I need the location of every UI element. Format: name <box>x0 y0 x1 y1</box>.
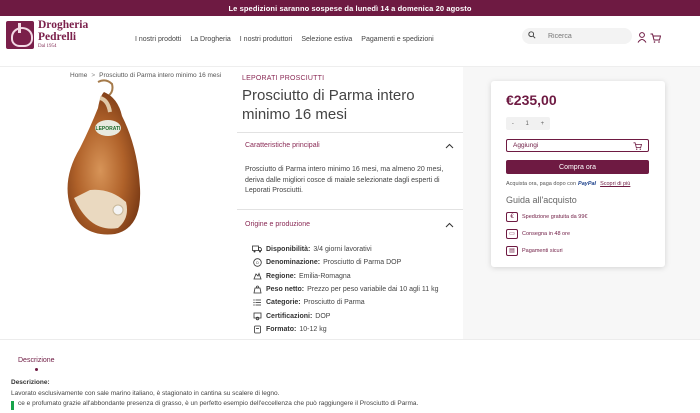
quantity-stepper[interactable]: - 1 + <box>506 117 550 130</box>
paypal-info: Acquista ora, paga dopo con PayPal Scopri … <box>506 181 631 187</box>
user-icon[interactable] <box>637 32 647 43</box>
purchase-guide-title: Guida all'acquisto <box>506 195 577 205</box>
attr-denominazione: D Denominazione: Prosciutto di Parma DOP <box>252 256 439 269</box>
list-icon <box>252 298 262 307</box>
nav-item-selezione[interactable]: Selezione estiva <box>301 36 352 43</box>
paypal-learn-more-link[interactable]: Scopri di più <box>600 181 630 187</box>
main-nav: I nostri prodotti La Drogheria I nostri … <box>135 36 443 43</box>
product-brand[interactable]: LEPORATI PROSCIUTTI <box>242 75 324 82</box>
accordion-origine-label: Origine e produzione <box>245 221 310 228</box>
active-tab-indicator <box>35 368 38 371</box>
product-image[interactable]: LEPORATI <box>60 78 152 238</box>
product-title: Prosciutto di Parma intero minimo 16 mes… <box>242 87 415 123</box>
cart-icon[interactable] <box>650 33 661 43</box>
details-line-2: ce e profumato grazie all'abbondante pre… <box>18 400 419 407</box>
region-icon <box>252 272 262 281</box>
certificate-icon <box>252 312 262 321</box>
chevron-up-icon[interactable] <box>445 142 454 151</box>
chevron-up-icon[interactable] <box>445 221 454 230</box>
format-icon <box>252 325 262 334</box>
nav-item-prodotti[interactable]: I nostri prodotti <box>135 36 181 43</box>
announcement-text: Le spedizioni saranno sospese da lunedì … <box>228 3 472 13</box>
product-description: Prosciutto di Parma intero minimo 16 mes… <box>245 166 444 194</box>
qty-value[interactable]: 1 <box>526 121 529 127</box>
logo-line-3: Dal 1954 <box>38 44 57 49</box>
announcement-bar: Le spedizioni saranno sospese da lunedì … <box>0 0 700 16</box>
secure-card-icon: ▤ <box>506 246 518 256</box>
details-title: Descrizione: <box>11 379 50 386</box>
logo-line-2: Pedrelli <box>38 30 77 43</box>
accordion-origine[interactable]: Origine e produzione <box>245 221 460 228</box>
attr-categorie: Categorie: Prosciutto di Parma <box>252 296 439 309</box>
nav-item-pagamenti[interactable]: Pagamenti e spedizioni <box>361 36 433 43</box>
details-line-1: Lavorato esclusivamente con sale marino … <box>11 390 280 397</box>
qty-plus-button[interactable]: + <box>541 121 545 127</box>
attr-peso: Peso netto: Prezzo per peso variabile dai… <box>252 283 439 296</box>
search-box[interactable] <box>522 28 632 44</box>
chat-widget-marker[interactable] <box>11 401 14 410</box>
attr-certificazioni: Certificazioni: DOP <box>252 309 439 322</box>
product-price: €235,00 <box>506 92 557 108</box>
search-input[interactable] <box>548 32 628 40</box>
dop-icon: D <box>252 258 262 268</box>
delivery-truck-icon: ▭ <box>506 229 518 239</box>
attr-disponibilita: Disponibilità: 3/4 giorni lavorativi <box>252 243 439 256</box>
accordion-caratteristiche-label: Caratteristiche principali <box>245 142 320 149</box>
logo-mark-icon <box>6 20 34 49</box>
product-attributes: Disponibilità: 3/4 giorni lavorativi D De… <box>252 243 439 336</box>
tab-descrizione[interactable]: Descrizione <box>18 357 55 364</box>
cart-icon <box>633 142 643 152</box>
site-logo[interactable]: Drogheria Pedrelli Dal 1954 <box>6 19 89 49</box>
qty-minus-button[interactable]: - <box>512 121 514 127</box>
truck-icon <box>252 245 262 254</box>
add-to-cart-label: Aggiungi <box>513 142 539 149</box>
svg-text:D: D <box>256 261 259 265</box>
nav-item-drogheria[interactable]: La Drogheria <box>190 36 230 43</box>
attr-formato: Formato: 10-12 kg <box>252 323 439 336</box>
gift-icon: € <box>506 212 518 222</box>
buy-now-button[interactable]: Compra ora <box>506 160 649 174</box>
guide-item-shipping[interactable]: € Spedizione gratuita da 99€ <box>506 212 587 222</box>
purchase-card: €235,00 - 1 + Aggiungi Compra ora Acquis… <box>491 81 665 267</box>
svg-text:LEPORATI: LEPORATI <box>96 126 122 132</box>
accordion-caratteristiche[interactable]: Caratteristiche principali <box>245 142 460 149</box>
site-header: Drogheria Pedrelli Dal 1954 I nostri pro… <box>0 16 700 79</box>
paypal-logo: PayPal <box>578 181 597 187</box>
weight-icon <box>252 285 262 294</box>
guide-item-payments[interactable]: ▤ Pagamenti sicuri <box>506 246 563 256</box>
nav-item-produttori[interactable]: I nostri produttori <box>240 36 293 43</box>
guide-item-delivery[interactable]: ▭ Consegna in 48 ore <box>506 229 570 239</box>
search-icon[interactable] <box>528 31 542 41</box>
add-to-cart-button[interactable]: Aggiungi <box>506 139 649 152</box>
attr-regione: Regione: Emilia-Romagna <box>252 270 439 283</box>
logo-line-1: Drogheria <box>38 19 89 31</box>
